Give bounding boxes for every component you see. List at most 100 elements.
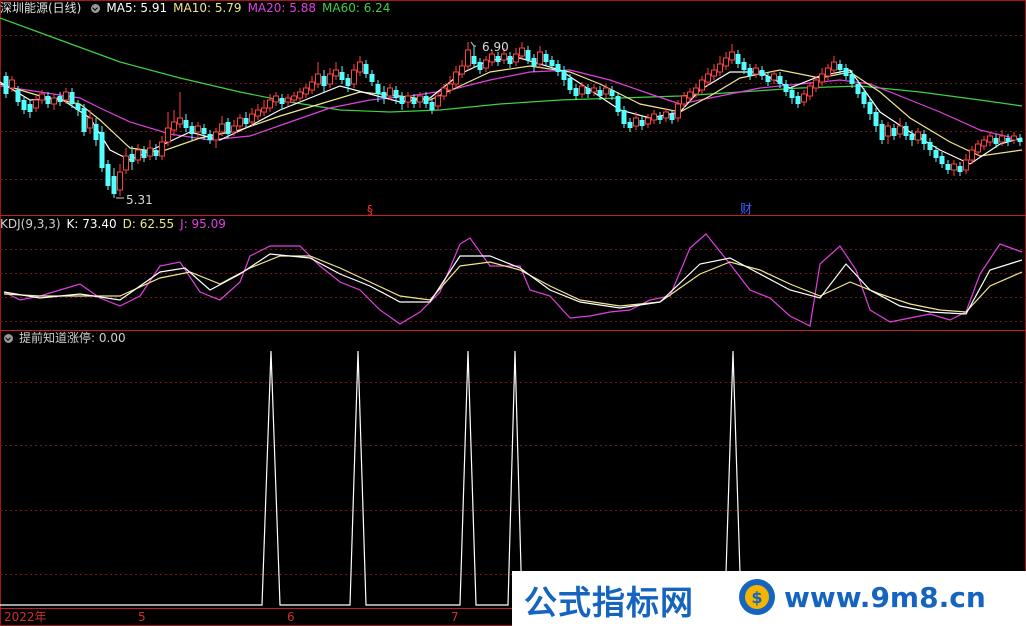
kdj-title[interactable]: KDJ(9,3,3) [0, 217, 61, 231]
watermark-left-text: 公式指标网 [524, 583, 694, 622]
candle-body [969, 149, 975, 161]
candle-body [615, 96, 621, 112]
candle-body [1011, 135, 1017, 141]
candle-body [861, 92, 867, 104]
candle-body [723, 57, 729, 67]
candle-body [153, 150, 159, 156]
candle-body [735, 54, 741, 64]
candle-body [837, 64, 843, 70]
candle-body [141, 150, 147, 158]
candle-body [171, 121, 177, 131]
candle-body [363, 64, 369, 74]
candle-body [807, 85, 813, 97]
candle-body [687, 91, 693, 99]
candle-body [45, 96, 51, 104]
candle-body [759, 70, 765, 76]
watermark-logo-icon: $ [739, 579, 775, 615]
ma60-label: MA60: 6.24 [322, 1, 391, 15]
candle-body [87, 117, 93, 129]
stock-title[interactable]: 深圳能源(日线) [0, 1, 81, 15]
settings-icon[interactable] [91, 4, 101, 13]
axis-month-7: 7 [451, 610, 459, 624]
candle-body [435, 95, 441, 107]
ma60-line [0, 17, 1023, 113]
candle-body [765, 76, 771, 82]
candle-body [447, 83, 453, 91]
candle-body [897, 125, 903, 135]
signal-spikes [0, 350, 1026, 606]
candle-body [339, 72, 345, 80]
kdj-d-line [3, 255, 1023, 313]
signal-settings-icon[interactable] [4, 334, 13, 343]
candle-body [705, 73, 711, 83]
candle-body [63, 91, 69, 101]
candle-body [321, 76, 327, 86]
candle-body [651, 113, 657, 121]
kdj-k-label: K: 73.40 [66, 217, 117, 231]
candle-body [423, 96, 429, 104]
candle-body [357, 61, 363, 73]
candle-body [627, 122, 633, 128]
candle-body [375, 84, 381, 94]
candle-body [927, 142, 933, 150]
candle-body [933, 150, 939, 158]
candle-body [741, 62, 747, 70]
candle-body [159, 141, 165, 157]
price-header: 深圳能源(日线) MA5: 5.91 MA10: 5.79 MA20: 5.88 MA6… [0, 0, 396, 16]
candle-body [801, 93, 807, 103]
axis-year: 2022年 [4, 610, 47, 624]
candle-body [93, 124, 99, 140]
signal-title[interactable]: 提前知道涨停 [19, 331, 91, 345]
candle-body [885, 125, 891, 137]
candle-body [783, 84, 789, 92]
low-price-label: 5.31 [126, 193, 153, 207]
candle-body [3, 76, 9, 94]
candle-body [243, 118, 249, 124]
candle-body [501, 53, 507, 61]
grid-lines [0, 35, 1026, 575]
candle-body [693, 87, 699, 95]
candle-body [39, 93, 45, 101]
candle-body [519, 47, 525, 57]
candle-body [69, 92, 75, 104]
candle-body [963, 159, 969, 171]
candle-body [771, 73, 777, 81]
candle-body [1017, 138, 1023, 142]
candle-body [645, 117, 651, 125]
candle-body [105, 164, 111, 186]
candle-body [99, 132, 105, 168]
candle-body [855, 84, 861, 94]
candle-body [549, 60, 555, 66]
candle-body [393, 90, 399, 98]
candle-body [747, 68, 753, 76]
kdj-k-line [3, 253, 1023, 315]
candle-body [633, 117, 639, 127]
candle-body [123, 155, 129, 171]
candle-body [591, 87, 597, 93]
candle-body [189, 126, 195, 134]
candle-body [903, 126, 909, 136]
candle-body [675, 103, 681, 119]
candle-body [183, 120, 189, 128]
candle-body [795, 96, 801, 104]
candle-body [573, 88, 579, 96]
candle-body [597, 90, 603, 96]
candle-body [147, 147, 153, 157]
candle-body [873, 112, 879, 126]
candle-body [273, 95, 279, 103]
candle-body [453, 71, 459, 85]
candle-body [525, 50, 531, 60]
candle-body [249, 113, 255, 123]
candle-body [825, 67, 831, 77]
candle-body [195, 125, 201, 133]
candle-body [999, 135, 1005, 143]
candle-body [33, 99, 39, 109]
chart-canvas[interactable]: 6.90 5.31 § 财 [0, 0, 1026, 626]
candle-body [9, 79, 15, 89]
candle-body [957, 166, 963, 172]
candle-body [543, 54, 549, 62]
candle-body [465, 49, 471, 67]
candle-body [345, 78, 351, 86]
candle-body [567, 78, 573, 90]
candle-body [729, 51, 735, 61]
